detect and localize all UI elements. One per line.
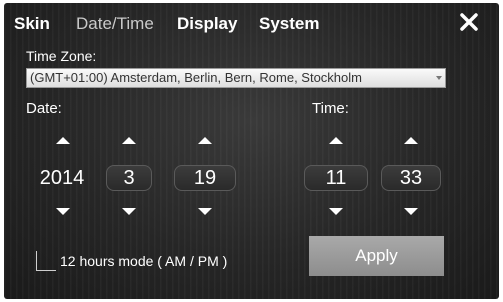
year-value: 2014 [39, 167, 85, 189]
hour-up-arrow-icon[interactable] [329, 137, 343, 144]
tab-skin[interactable]: Skin [14, 14, 50, 34]
month-up-arrow-icon[interactable] [122, 137, 136, 144]
day-down-arrow-icon[interactable] [198, 208, 212, 215]
timezone-label: Time Zone: [26, 48, 97, 64]
day-value: 19 [174, 165, 236, 191]
minute-down-arrow-icon[interactable] [404, 208, 418, 215]
timezone-value: (GMT+01:00) Amsterdam, Berlin, Bern, Rom… [30, 70, 362, 85]
apply-button[interactable]: Apply [309, 236, 444, 276]
month-down-arrow-icon[interactable] [122, 208, 136, 215]
close-icon [460, 13, 478, 31]
dropdown-arrow-icon [436, 76, 442, 80]
timezone-select[interactable]: (GMT+01:00) Amsterdam, Berlin, Bern, Rom… [26, 68, 446, 88]
twelve-hour-mode-label: 12 hours mode ( AM / PM ) [60, 253, 228, 269]
tab-datetime[interactable]: Date/Time [76, 14, 154, 34]
time-label: Time: [312, 100, 349, 117]
year-down-arrow-icon[interactable] [56, 208, 70, 215]
tab-display[interactable]: Display [177, 14, 237, 34]
month-value: 3 [106, 165, 152, 191]
minute-up-arrow-icon[interactable] [404, 137, 418, 144]
datetime-settings-panel: Skin Date/Time Display System Time Zone:… [4, 3, 499, 299]
year-up-arrow-icon[interactable] [56, 137, 70, 144]
minute-value: 33 [381, 165, 441, 191]
tab-system[interactable]: System [259, 14, 319, 34]
hour-value: 11 [304, 165, 368, 191]
date-label: Date: [26, 100, 62, 117]
twelve-hour-mode-checkbox[interactable] [36, 251, 56, 271]
close-button[interactable] [456, 9, 482, 35]
hour-down-arrow-icon[interactable] [329, 208, 343, 215]
day-up-arrow-icon[interactable] [198, 137, 212, 144]
